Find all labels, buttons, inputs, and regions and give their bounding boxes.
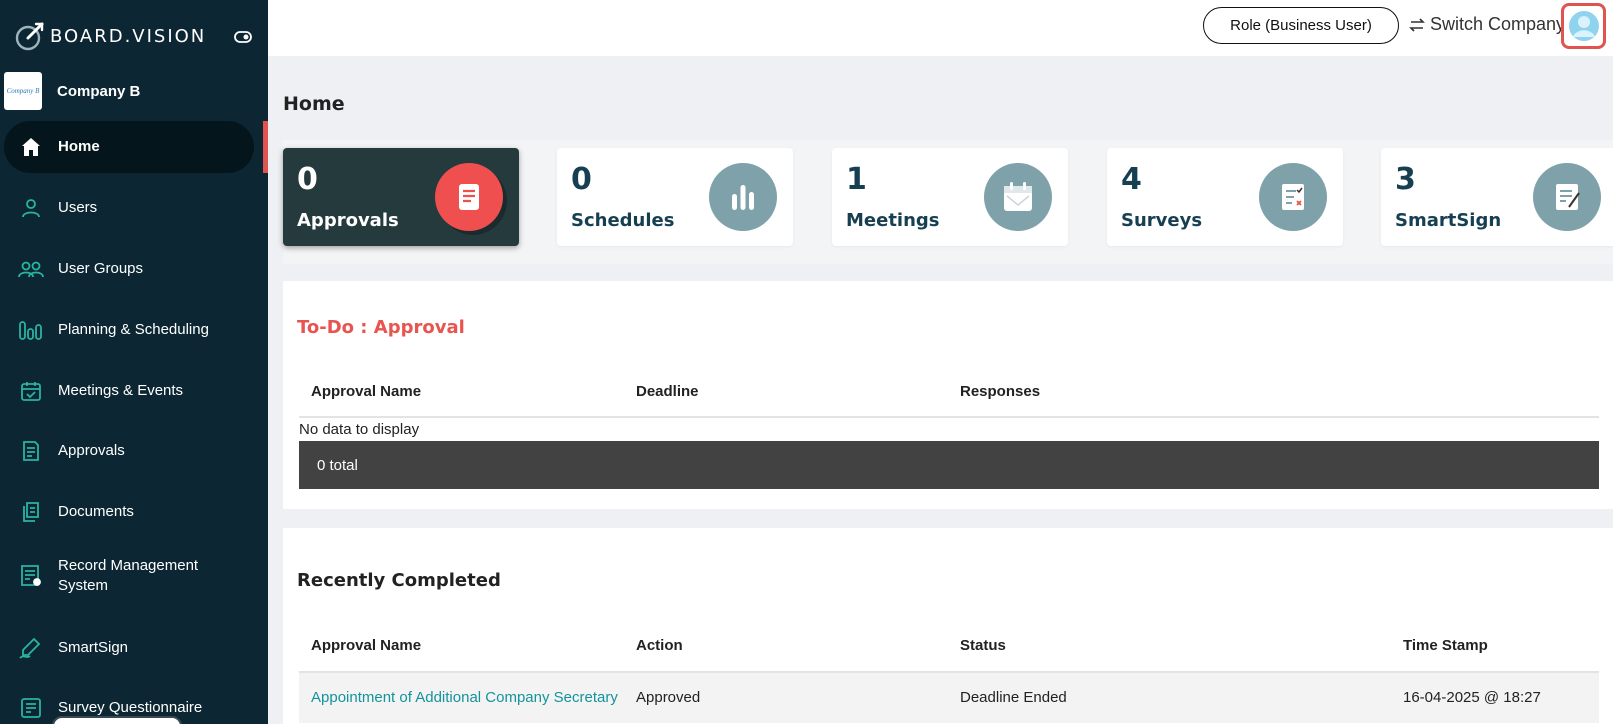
sidebar-item-label: Survey Questionnaire: [58, 699, 203, 716]
stat-count: 0: [297, 162, 318, 197]
stat-card-surveys[interactable]: 4 Surveys: [1107, 148, 1343, 246]
todo-panel: To-Do : Approval Approval Name Deadline …: [283, 281, 1613, 509]
stat-card-schedules[interactable]: 0 Schedules: [557, 148, 793, 246]
todo-title: To-Do : Approval: [297, 317, 465, 338]
user-avatar-button[interactable]: [1561, 3, 1606, 49]
bar-chart-icon: [709, 163, 777, 231]
column-header-time-stamp[interactable]: Time Stamp: [1403, 637, 1488, 654]
sidebar-item-home[interactable]: Home: [4, 121, 254, 173]
approval-name-link[interactable]: Appointment of Additional Company Secret…: [311, 689, 618, 706]
role-button[interactable]: Role (Business User): [1203, 7, 1399, 44]
sign-icon: [1533, 163, 1601, 231]
approval-doc-icon: [435, 163, 503, 231]
sidebar-bottom-control[interactable]: [52, 716, 182, 724]
stat-count: 3: [1395, 162, 1416, 197]
stat-count: 4: [1121, 162, 1142, 197]
table-row[interactable]: Appointment of Additional Company Secret…: [299, 673, 1599, 723]
approval-timestamp: 16-04-2025 @ 18:27: [1403, 689, 1541, 706]
stat-card-approvals[interactable]: 0 Approvals: [283, 148, 519, 246]
sidebar-toggle-icon[interactable]: [234, 28, 252, 46]
stat-count: 0: [571, 162, 592, 197]
stat-label: Approvals: [297, 210, 399, 231]
stat-count: 1: [846, 162, 867, 197]
sidebar-item-smartsign[interactable]: SmartSign: [4, 622, 254, 674]
column-header-approval-name[interactable]: Approval Name: [311, 637, 421, 654]
pen-icon: [18, 635, 44, 661]
sidebar-item-user-groups[interactable]: User Groups: [4, 243, 254, 295]
column-header-approval-name[interactable]: Approval Name: [311, 383, 421, 400]
calendar-icon: [984, 163, 1052, 231]
sidebar-item-label: Users: [58, 199, 98, 216]
user-group-icon: [18, 256, 44, 282]
top-bar: Role (Business User) Switch Company: [268, 0, 1613, 56]
sidebar-item-record-management[interactable]: Record Management System: [4, 550, 254, 602]
column-header-deadline[interactable]: Deadline: [636, 383, 699, 400]
sidebar-item-label: Planning & Scheduling: [58, 321, 209, 338]
sidebar-item-label: Approvals: [58, 442, 125, 459]
sidebar-item-label: User Groups: [58, 260, 144, 277]
stat-label: SmartSign: [1395, 210, 1502, 231]
sidebar-item-label: SmartSign: [58, 639, 129, 656]
sidebar-item-meetings-events[interactable]: Meetings & Events: [4, 365, 254, 417]
sidebar-item-approvals[interactable]: Approvals: [4, 425, 254, 477]
company-logo: Company B: [4, 72, 42, 110]
stat-card-smartsign[interactable]: 3 SmartSign: [1381, 148, 1613, 246]
recent-panel: Recently Completed Approval Name Action …: [283, 528, 1613, 724]
documents-icon: [18, 499, 44, 525]
approval-action: Approved: [636, 689, 701, 706]
active-indicator: [263, 121, 268, 173]
survey-icon: [1259, 163, 1327, 231]
calendar-check-icon: [18, 378, 44, 404]
brand-name: BOARD.VISION: [50, 25, 207, 47]
column-header-responses[interactable]: Responses: [960, 383, 1040, 400]
sidebar: BOARD.VISION Company B Company B Home Us…: [0, 0, 268, 724]
sidebar-item-users[interactable]: Users: [4, 182, 254, 234]
approval-status: Deadline Ended: [960, 689, 1067, 706]
table-total-bar: 0 total: [299, 441, 1599, 489]
home-icon: [18, 134, 44, 160]
sidebar-item-label: Record Management System: [58, 557, 199, 594]
sidebar-item-planning-scheduling[interactable]: Planning & Scheduling: [4, 304, 254, 356]
brand[interactable]: BOARD.VISION: [14, 20, 206, 52]
column-header-status[interactable]: Status: [960, 637, 1006, 654]
sidebar-item-label: Meetings & Events: [58, 382, 184, 399]
bar-chart-icon: [18, 317, 44, 343]
column-header-action[interactable]: Action: [636, 637, 683, 654]
record-icon: [18, 563, 44, 589]
swap-arrows-icon: [1409, 17, 1425, 32]
sidebar-item-label: Documents: [58, 503, 134, 520]
stat-card-meetings[interactable]: 1 Meetings: [832, 148, 1068, 246]
switch-company-label: Switch Company: [1430, 14, 1566, 34]
stat-label: Meetings: [846, 210, 940, 231]
company-selector[interactable]: Company B Company B: [4, 72, 140, 110]
sidebar-item-label: Home: [58, 138, 100, 155]
checklist-icon: [18, 695, 44, 721]
switch-company-button[interactable]: Switch Company: [1408, 14, 1565, 35]
stat-label: Surveys: [1121, 210, 1203, 231]
user-icon: [18, 195, 44, 221]
stat-label: Schedules: [571, 210, 675, 231]
board-vision-logo-icon: [15, 22, 44, 51]
document-icon: [18, 438, 44, 464]
table-divider: [299, 416, 1599, 418]
company-name: Company B: [57, 82, 141, 100]
avatar-icon: [1568, 11, 1599, 41]
recent-title: Recently Completed: [297, 570, 501, 591]
sidebar-item-documents[interactable]: Documents: [4, 486, 254, 538]
page-title: Home: [283, 93, 345, 115]
empty-state-text: No data to display: [299, 421, 420, 438]
